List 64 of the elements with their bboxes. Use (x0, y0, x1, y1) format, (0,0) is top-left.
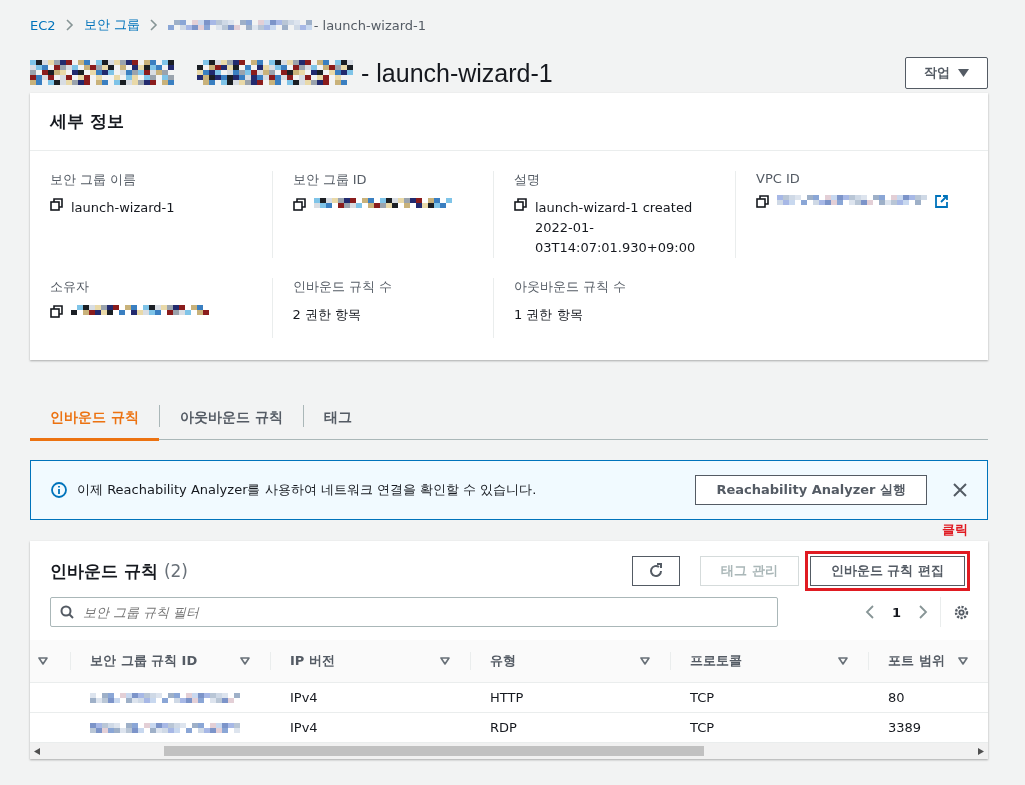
sort-icon[interactable] (640, 657, 650, 665)
breadcrumb-current: - launch-wizard-1 (313, 17, 427, 33)
chevron-icon (149, 19, 158, 31)
sort-icon[interactable] (440, 657, 450, 665)
sort-icon[interactable] (38, 657, 48, 665)
refresh-icon (648, 563, 665, 579)
chevron-icon (65, 19, 74, 31)
sort-icon[interactable] (958, 657, 968, 665)
field-label: 설명 (514, 171, 541, 189)
breadcrumb-link[interactable]: EC2 (30, 17, 56, 33)
next-page-icon[interactable] (919, 605, 928, 619)
tab[interactable]: 태그 (303, 397, 372, 439)
run-analyzer-button[interactable]: Reachability Analyzer 실행 (695, 475, 927, 505)
copy-icon[interactable] (756, 195, 769, 208)
annotation-text: 클릭 (942, 521, 968, 539)
settings-icon[interactable] (953, 603, 970, 621)
banner-text: 이제 Reachability Analyzer를 사용하여 네트워크 연결을 확인할 수 있습니다. (77, 481, 538, 499)
close-icon[interactable] (953, 483, 967, 497)
table-cell: HTTP (490, 690, 524, 705)
copy-icon[interactable] (50, 305, 63, 318)
page-title: - launch-wizard-1 (361, 58, 553, 88)
table-cell: IPv4 (290, 720, 318, 735)
copy-icon[interactable] (50, 198, 63, 211)
field-value: 2 권한 항목 (292, 306, 363, 324)
field-value: 1 권한 항목 (514, 306, 584, 324)
table-cell: TCP (690, 690, 715, 705)
scroll-left-icon[interactable] (34, 747, 40, 755)
column-header[interactable]: 유형 (490, 652, 516, 670)
field-label: 소유자 (50, 278, 90, 296)
field-label: 아웃바운드 규칙 수 (514, 278, 628, 296)
sort-icon[interactable] (838, 657, 848, 665)
field-label: 보안 그룹 ID (292, 171, 368, 189)
rule-count: (2) (163, 561, 189, 581)
scroll-right-icon[interactable] (978, 747, 984, 755)
copy-icon[interactable] (514, 198, 527, 211)
horizontal-scrollbar[interactable] (30, 743, 988, 759)
details-title: 세부 정보 (30, 93, 988, 151)
actions-button[interactable]: 작업 (905, 57, 988, 89)
panel-button[interactable]: 인바운드 규칙 편집 (809, 556, 965, 586)
field-label: VPC ID (756, 171, 801, 186)
caret-icon (958, 69, 969, 77)
info-icon (51, 482, 67, 498)
table-cell: IPv4 (290, 690, 318, 705)
tab[interactable]: 아웃바운드 규칙 (159, 397, 303, 439)
page-number[interactable]: 1 (891, 604, 901, 620)
field-value: launch-wizard-1 created 2022-01-03T14:07:01.930+09:00 (535, 199, 697, 257)
field-label: 보안 그룹 이름 (50, 171, 138, 189)
external-link-icon[interactable] (935, 195, 948, 208)
column-header[interactable]: 프로토콜 (690, 652, 742, 670)
panel-title: 인바운드 규칙 (50, 559, 158, 583)
refresh-button[interactable] (632, 556, 681, 586)
field-value: launch-wizard-1 (71, 199, 176, 217)
column-header[interactable]: IP 버전 (290, 652, 335, 670)
field-label: 인바운드 규칙 수 (292, 278, 393, 296)
previous-page-icon[interactable] (864, 605, 874, 619)
table-cell: 3389 (888, 720, 922, 735)
sort-icon[interactable] (240, 657, 250, 665)
filter-field[interactable]: 보안 그룹 규칙 필터 (50, 597, 778, 627)
copy-icon[interactable] (292, 198, 306, 211)
column-header[interactable]: 포트 범위 (888, 652, 945, 670)
table-cell: RDP (490, 720, 517, 735)
breadcrumb-link[interactable]: 보안 그룹 (83, 16, 140, 34)
table-cell: 80 (888, 690, 905, 705)
table-cell: TCP (690, 720, 715, 735)
